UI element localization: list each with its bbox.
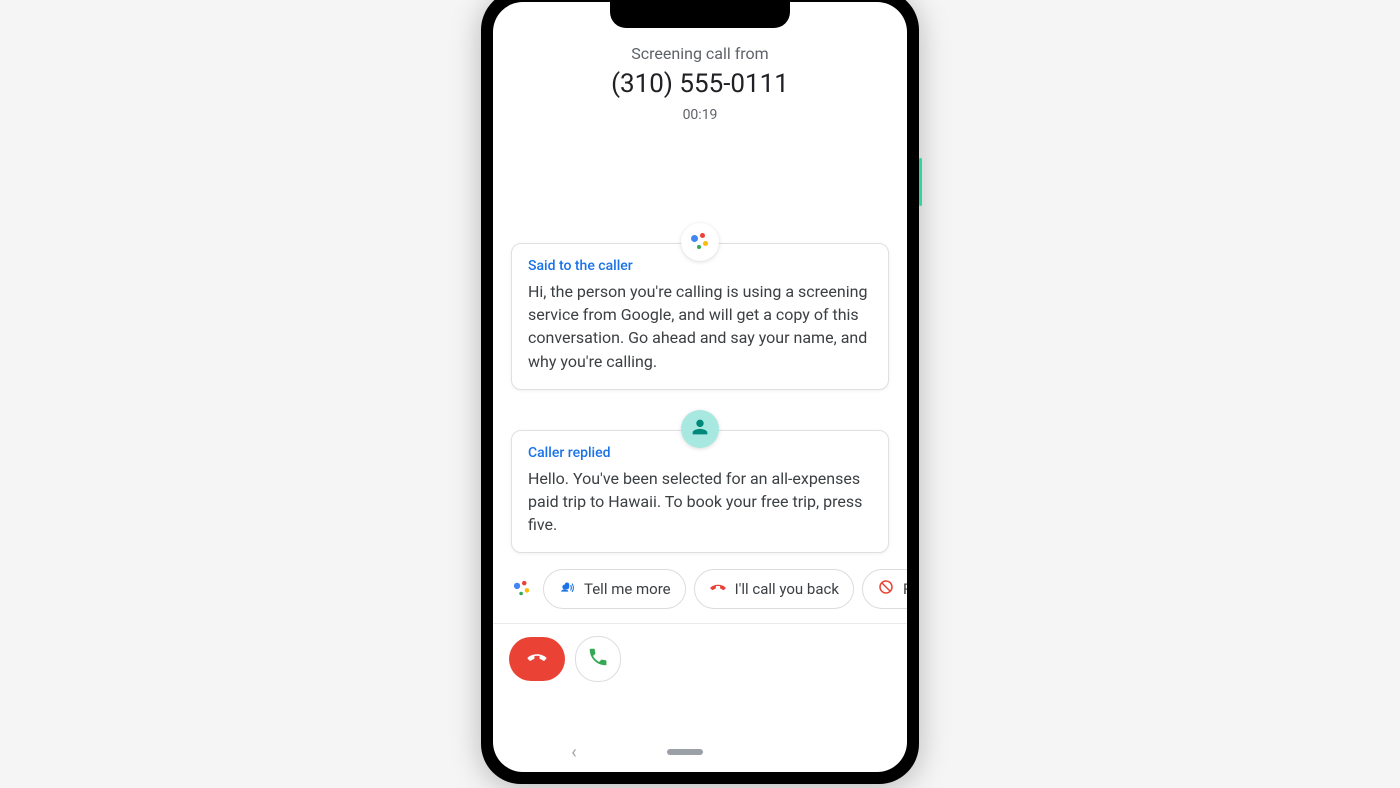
chip-label: R [903, 580, 907, 598]
assistant-message: Said to the caller Hi, the person you're… [511, 243, 889, 390]
hangup-button[interactable] [509, 637, 565, 681]
chip-label: Tell me more [584, 580, 671, 598]
block-icon [877, 578, 895, 600]
caller-number: (310) 555-0111 [493, 69, 907, 99]
caller-message: Caller replied Hello. You've been select… [511, 430, 889, 554]
chip-call-you-back[interactable]: I'll call you back [694, 569, 854, 609]
suggestion-chips: Tell me more I'll call you back R [493, 553, 907, 623]
power-button-accent [919, 158, 922, 206]
nav-back-button[interactable]: ‹ [571, 742, 576, 763]
call-duration: 00:19 [493, 107, 907, 123]
assistant-chip-icon [509, 579, 535, 599]
chip-report-spam[interactable]: R [862, 569, 907, 609]
call-actions [493, 624, 907, 690]
assistant-avatar [681, 223, 719, 261]
nav-home-pill[interactable] [667, 749, 703, 755]
chip-label: I'll call you back [735, 580, 839, 598]
message-text: Hi, the person you're calling is using a… [528, 280, 872, 373]
phone-down-icon [526, 646, 548, 672]
voice-icon [558, 578, 576, 600]
message-bubble: Caller replied Hello. You've been select… [511, 430, 889, 554]
person-icon [689, 416, 711, 442]
screen: Screening call from (310) 555-0111 00:19… [493, 2, 907, 772]
screening-label: Screening call from [493, 44, 907, 63]
transcript: Said to the caller Hi, the person you're… [493, 243, 907, 553]
phone-frame: Screening call from (310) 555-0111 00:19… [481, 0, 919, 784]
android-navbar: ‹ [493, 738, 907, 766]
message-bubble: Said to the caller Hi, the person you're… [511, 243, 889, 390]
answer-button[interactable] [575, 636, 621, 682]
caller-avatar [681, 410, 719, 448]
chip-tell-me-more[interactable]: Tell me more [543, 569, 686, 609]
hangup-icon [709, 578, 727, 600]
notch [610, 2, 790, 28]
message-text: Hello. You've been selected for an all-e… [528, 467, 872, 537]
assistant-icon [690, 232, 710, 252]
assistant-icon [513, 580, 531, 598]
phone-icon [587, 646, 609, 672]
